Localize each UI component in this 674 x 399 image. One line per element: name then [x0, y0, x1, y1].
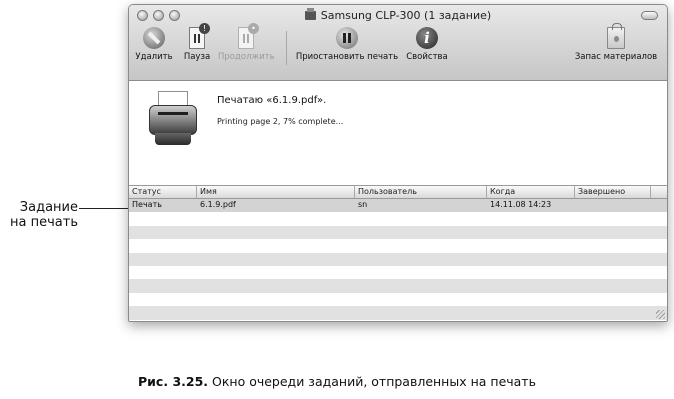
empty-row: [129, 239, 667, 253]
window-title: Samsung CLP-300 (1 задание): [129, 8, 667, 22]
printer-status-panel: Печатаю «6.1.9.pdf». Printing page 2, 7%…: [129, 81, 667, 185]
resume-job-button[interactable]: • Продолжить: [218, 23, 275, 62]
properties-button[interactable]: i Свойства: [405, 27, 449, 62]
pause-icon: [336, 27, 358, 49]
delete-button[interactable]: Удалить: [134, 27, 174, 62]
hold-job-button[interactable]: ! Пауза: [181, 23, 213, 62]
caption-prefix: Рис. 3.25.: [138, 374, 209, 389]
column-header-user[interactable]: Пользователь: [355, 186, 487, 198]
resize-grip[interactable]: [656, 310, 665, 319]
cell-user: sn: [358, 200, 368, 209]
supply-levels-button[interactable]: Запас материалов: [573, 23, 659, 62]
progress-message: Printing page 2, 7% complete...: [217, 117, 344, 126]
empty-row: [129, 252, 667, 266]
callout-pointer-line: [79, 208, 128, 209]
hold-job-label: Пауза: [183, 52, 211, 62]
figure-caption: Рис. 3.25. Окно очереди заданий, отправл…: [0, 374, 674, 389]
column-header-completed[interactable]: Завершено: [575, 186, 651, 198]
job-queue-table: Статус Имя Пользователь Когда Завершено …: [129, 185, 667, 320]
info-icon: i: [416, 27, 438, 49]
empty-row: [129, 265, 667, 280]
pause-printer-button[interactable]: Приостановить печать: [293, 27, 401, 62]
cell-when: 14.11.08 14:23: [490, 200, 552, 209]
empty-row: [129, 225, 667, 240]
job-rows: Печать 6.1.9.pdf sn 14.11.08 14:23: [129, 199, 667, 320]
cell-name: 6.1.9.pdf: [200, 200, 236, 209]
empty-row: [129, 279, 667, 293]
window-title-text: Samsung CLP-300 (1 задание): [320, 9, 492, 22]
empty-row: [129, 292, 667, 307]
printer-icon: [304, 8, 316, 20]
stop-icon: [143, 27, 165, 49]
toolbar-separator: [286, 31, 287, 65]
callout-line1: Задание: [19, 200, 78, 215]
properties-label: Свойства: [406, 52, 448, 62]
table-row[interactable]: Печать 6.1.9.pdf sn 14.11.08 14:23: [129, 199, 667, 213]
empty-row: [129, 306, 667, 320]
cell-status: Печать: [132, 200, 162, 209]
callout-label: Задание на печать: [10, 200, 78, 230]
column-header-name[interactable]: Имя: [197, 186, 355, 198]
table-header: Статус Имя Пользователь Когда Завершено: [129, 185, 667, 199]
column-header-status[interactable]: Статус: [129, 186, 197, 198]
delete-label: Удалить: [135, 52, 173, 62]
supply-levels-label: Запас материалов: [574, 52, 658, 62]
document-pause-icon: !: [189, 23, 210, 49]
print-queue-window: Samsung CLP-300 (1 задание) Удалить ! Па…: [128, 4, 668, 322]
empty-row: [129, 212, 667, 226]
printer-icon: [149, 91, 197, 147]
caption-text: Окно очереди заданий, отправленных на пе…: [208, 374, 536, 389]
document-resume-icon: •: [238, 23, 259, 49]
title-bar: Samsung CLP-300 (1 задание) Удалить ! Па…: [129, 5, 667, 81]
callout-line2: на печать: [10, 215, 78, 230]
shopping-bag-icon: [607, 23, 625, 49]
resume-job-label: Продолжить: [218, 52, 275, 62]
column-header-when[interactable]: Когда: [487, 186, 575, 198]
pause-printer-label: Приостановить печать: [295, 52, 399, 62]
status-message: Печатаю «6.1.9.pdf».: [217, 95, 327, 106]
